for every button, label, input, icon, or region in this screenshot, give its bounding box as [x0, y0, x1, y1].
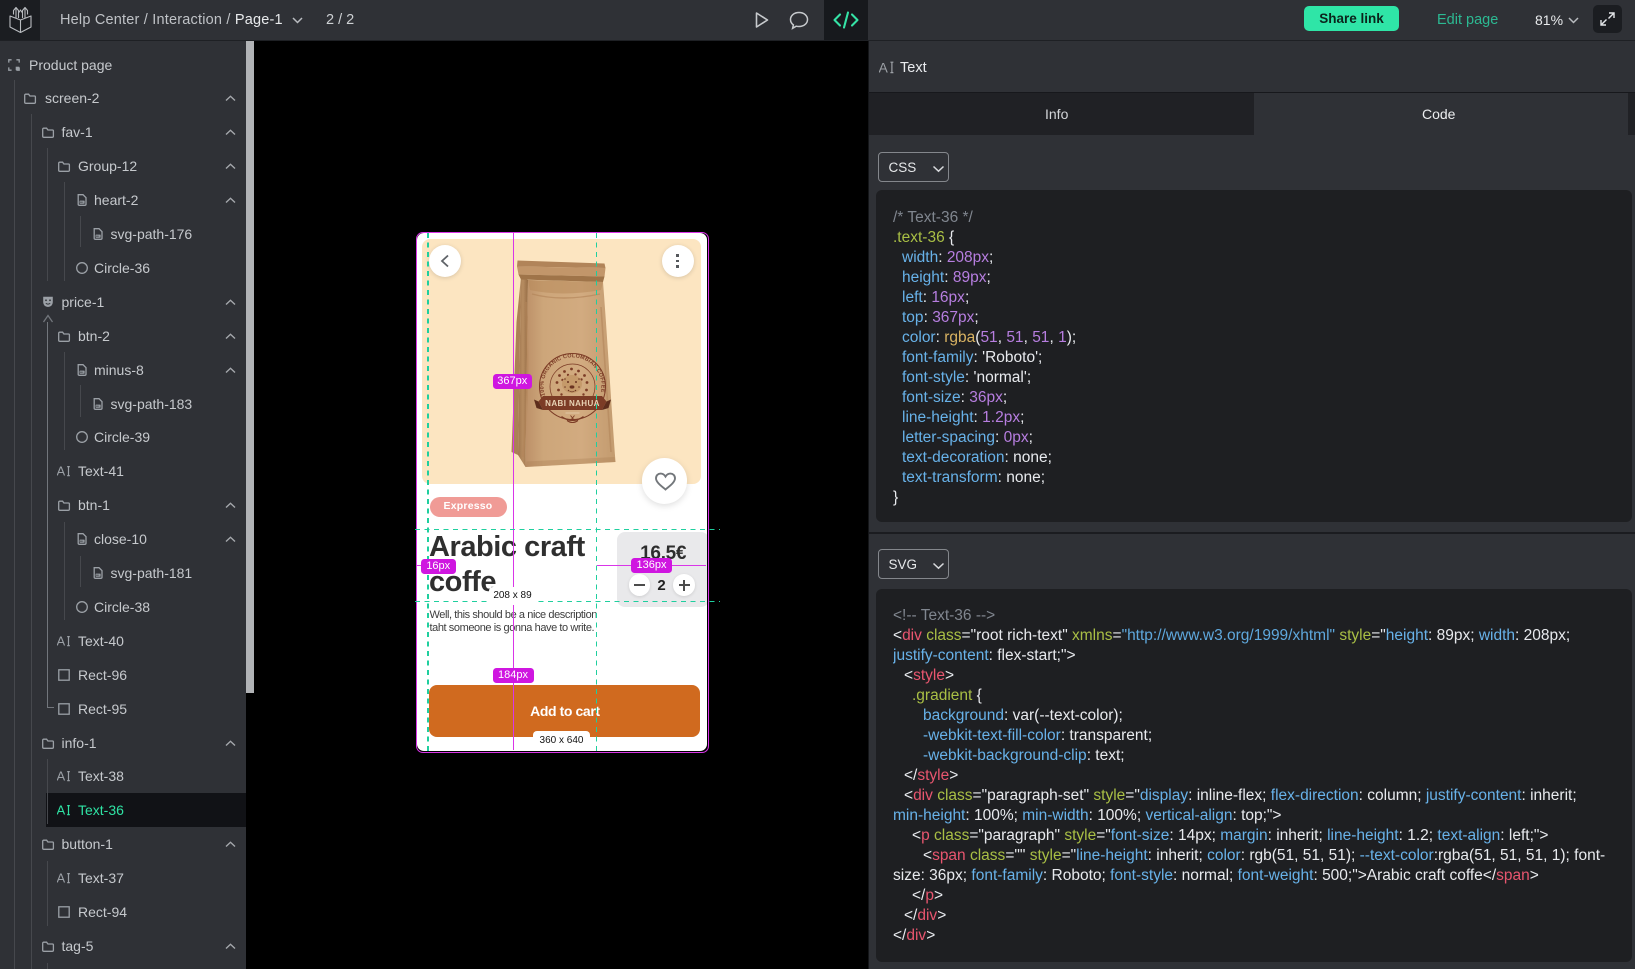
svg-text:A: A [57, 871, 66, 885]
svg-text:A: A [57, 464, 66, 478]
svg-text:A: A [57, 803, 66, 817]
svg-text:A: A [57, 769, 66, 783]
svg-text:A: A [57, 634, 66, 648]
